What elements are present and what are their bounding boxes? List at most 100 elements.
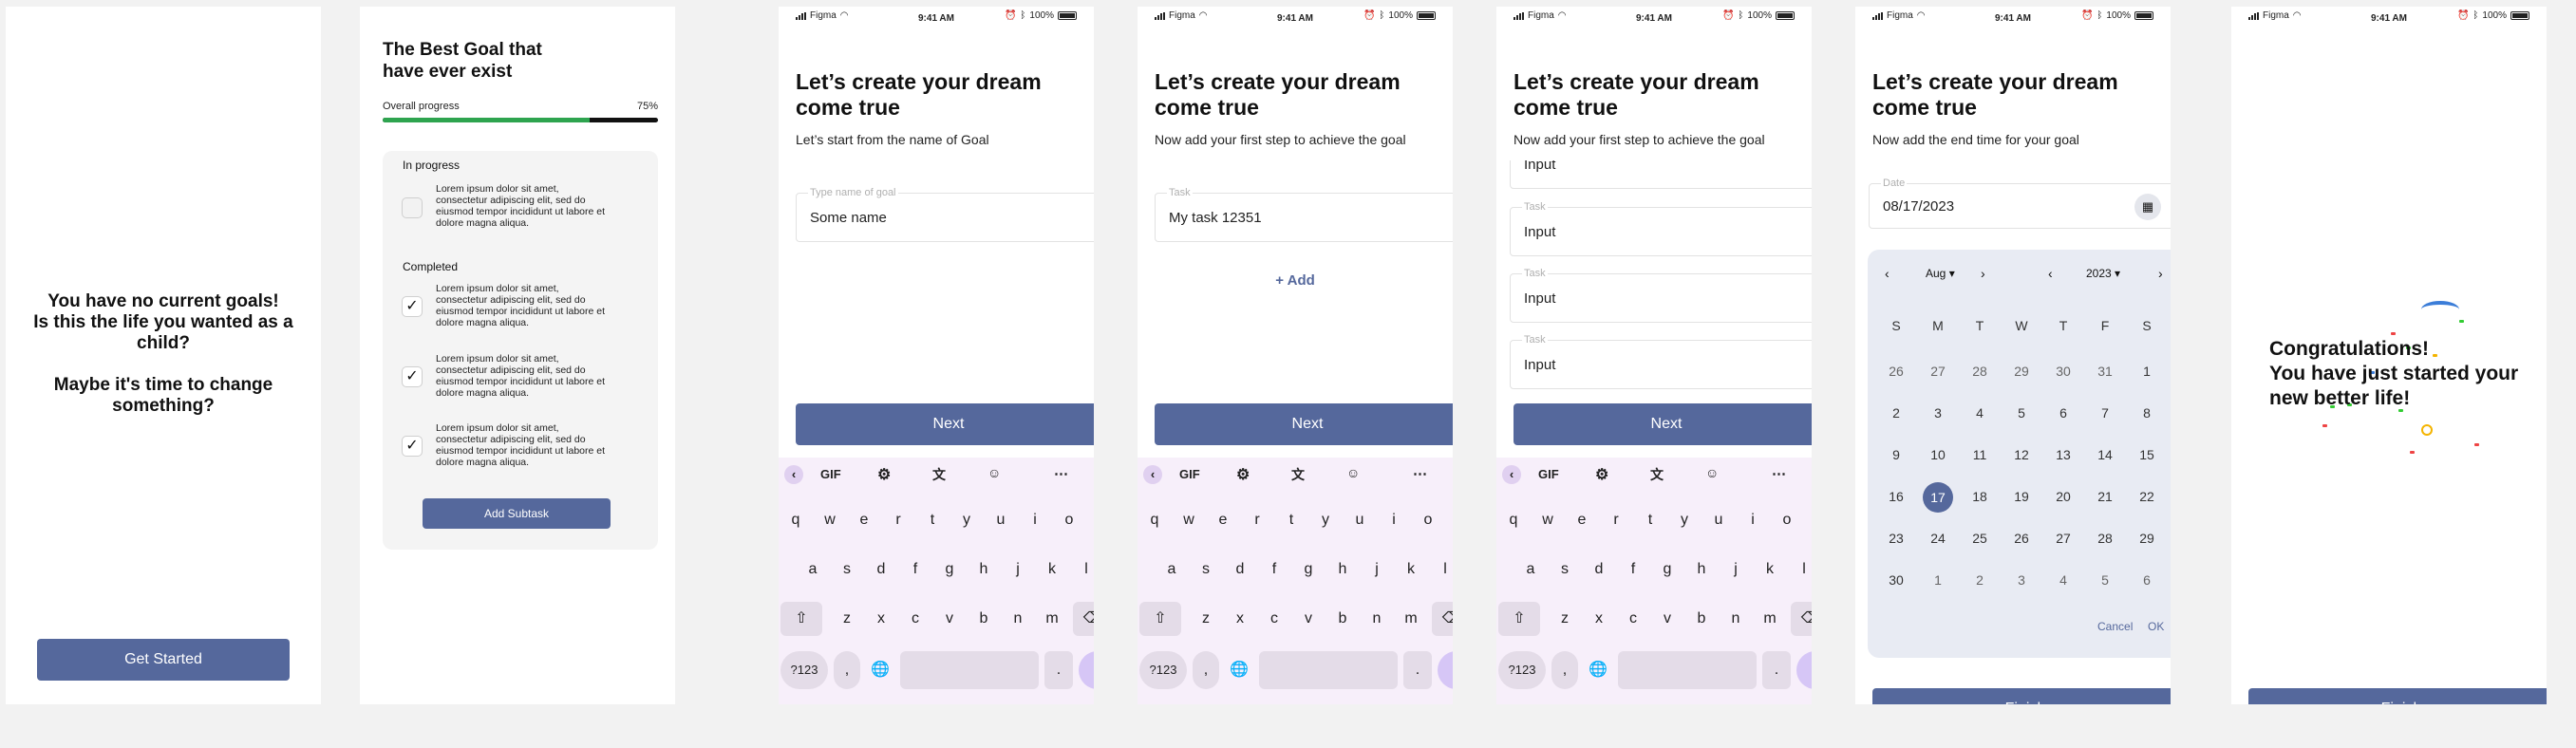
calendar-day[interactable]: 7 [2084, 405, 2126, 421]
shift-key[interactable]: ⇧ [1498, 602, 1540, 636]
key-x[interactable]: x [1584, 602, 1614, 636]
key-l[interactable]: l [1430, 552, 1453, 587]
calendar-day[interactable]: 9 [1875, 447, 1917, 462]
calendar-day[interactable]: 26 [1875, 364, 1917, 379]
key-x[interactable]: x [1225, 602, 1255, 636]
key-u[interactable]: u [1344, 503, 1375, 537]
calendar-day[interactable]: 20 [2042, 489, 2084, 504]
calendar-day[interactable]: 22 [2126, 489, 2168, 504]
key-m[interactable]: m [1755, 602, 1785, 636]
next-year-icon[interactable]: › [2158, 266, 2163, 281]
task-checkbox[interactable] [402, 197, 423, 218]
emoji-comma-key[interactable]: , [834, 651, 860, 689]
key-q[interactable]: q [780, 503, 811, 537]
calendar-day[interactable]: 5 [2001, 405, 2042, 421]
calendar-day[interactable]: 5 [2084, 572, 2126, 588]
calendar-day[interactable]: 6 [2042, 405, 2084, 421]
key-b[interactable]: b [1327, 602, 1358, 636]
key-i[interactable]: i [1379, 503, 1409, 537]
calendar-day[interactable]: 2 [1875, 405, 1917, 421]
add-subtask-button[interactable]: Add Subtask [423, 498, 611, 529]
task-field[interactable]: Task Input [1510, 268, 1812, 323]
key-u[interactable]: u [1703, 503, 1734, 537]
key-r[interactable]: r [883, 503, 913, 537]
key-v[interactable]: v [934, 602, 965, 636]
more-icon[interactable]: ⋯ [1054, 465, 1068, 482]
calendar-day[interactable]: 16 [1875, 489, 1917, 504]
calendar-day[interactable]: 3 [2001, 572, 2042, 588]
calendar-day[interactable]: 27 [1917, 364, 1959, 379]
space-key[interactable] [900, 651, 1039, 689]
key-p[interactable]: p [1447, 503, 1453, 537]
finish-button[interactable]: Finish [1872, 688, 2171, 704]
translate-icon[interactable]: 文 [1650, 465, 1664, 484]
more-icon[interactable]: ⋯ [1413, 465, 1427, 482]
ok-button[interactable]: OK [2148, 620, 2164, 633]
key-l[interactable]: l [1071, 552, 1094, 587]
task-checkbox-checked[interactable]: ✓ [402, 296, 423, 317]
key-m[interactable]: m [1037, 602, 1067, 636]
key-d[interactable]: d [1584, 552, 1614, 587]
key-j[interactable]: j [1720, 552, 1751, 587]
gif-button[interactable]: GIF [1179, 467, 1200, 481]
symbols-key[interactable]: ?123 [1498, 651, 1546, 689]
key-z[interactable]: z [832, 602, 862, 636]
language-icon[interactable]: 🌐 [1584, 651, 1612, 689]
goal-name-field[interactable]: Type name of goal Some name [796, 187, 1094, 242]
emoji-comma-key[interactable]: , [1551, 651, 1578, 689]
task-field[interactable]: Input [1510, 160, 1812, 189]
key-e[interactable]: e [849, 503, 879, 537]
key-t[interactable]: t [917, 503, 948, 537]
calendar-day[interactable]: 30 [1875, 572, 1917, 588]
key-i[interactable]: i [1738, 503, 1768, 537]
key-m[interactable]: m [1396, 602, 1426, 636]
next-button[interactable]: Next [796, 403, 1094, 445]
emoji-comma-key[interactable]: , [1193, 651, 1219, 689]
key-f[interactable]: f [1259, 552, 1289, 587]
more-icon[interactable]: ⋯ [1772, 465, 1786, 482]
key-p[interactable]: p [1088, 503, 1094, 537]
key-r[interactable]: r [1242, 503, 1272, 537]
key-t[interactable]: t [1635, 503, 1665, 537]
key-h[interactable]: h [968, 552, 999, 587]
key-i[interactable]: i [1020, 503, 1050, 537]
key-o[interactable]: o [1054, 503, 1084, 537]
gif-button[interactable]: GIF [1538, 467, 1559, 481]
prev-year-icon[interactable]: ‹ [2048, 266, 2053, 281]
calendar-day[interactable]: 10 [1917, 447, 1959, 462]
key-y[interactable]: y [1310, 503, 1341, 537]
key-d[interactable]: d [866, 552, 896, 587]
key-a[interactable]: a [798, 552, 828, 587]
prev-month-icon[interactable]: ‹ [1885, 266, 1890, 281]
key-d[interactable]: d [1225, 552, 1255, 587]
key-w[interactable]: w [815, 503, 845, 537]
month-select[interactable]: Aug ▾ [1926, 267, 1955, 280]
key-k[interactable]: k [1755, 552, 1785, 587]
settings-icon[interactable]: ⚙ [877, 465, 891, 484]
key-z[interactable]: z [1191, 602, 1221, 636]
key-j[interactable]: j [1362, 552, 1392, 587]
period-key[interactable]: . [1044, 651, 1073, 689]
key-k[interactable]: k [1396, 552, 1426, 587]
key-h[interactable]: h [1686, 552, 1717, 587]
key-g[interactable]: g [1652, 552, 1683, 587]
next-button[interactable]: Next [1514, 403, 1812, 445]
language-icon[interactable]: 🌐 [866, 651, 894, 689]
space-key[interactable] [1259, 651, 1398, 689]
symbols-key[interactable]: ?123 [1139, 651, 1187, 689]
backspace-key[interactable]: ⌫ [1432, 602, 1453, 636]
translate-icon[interactable]: 文 [932, 465, 946, 484]
period-key[interactable]: . [1403, 651, 1432, 689]
calendar-day[interactable]: 29 [2001, 364, 2042, 379]
calendar-day[interactable]: 30 [2042, 364, 2084, 379]
backspace-key[interactable]: ⌫ [1073, 602, 1094, 636]
calendar-day[interactable]: 31 [2084, 364, 2126, 379]
calendar-day[interactable]: 24 [1917, 531, 1959, 546]
task-field[interactable]: Task Input [1510, 201, 1812, 256]
calendar-day[interactable]: 8 [2126, 405, 2168, 421]
key-j[interactable]: j [1003, 552, 1033, 587]
space-key[interactable] [1618, 651, 1757, 689]
key-g[interactable]: g [934, 552, 965, 587]
calendar-day-selected[interactable]: 17 [1923, 482, 1953, 513]
calendar-day[interactable]: 15 [2126, 447, 2168, 462]
